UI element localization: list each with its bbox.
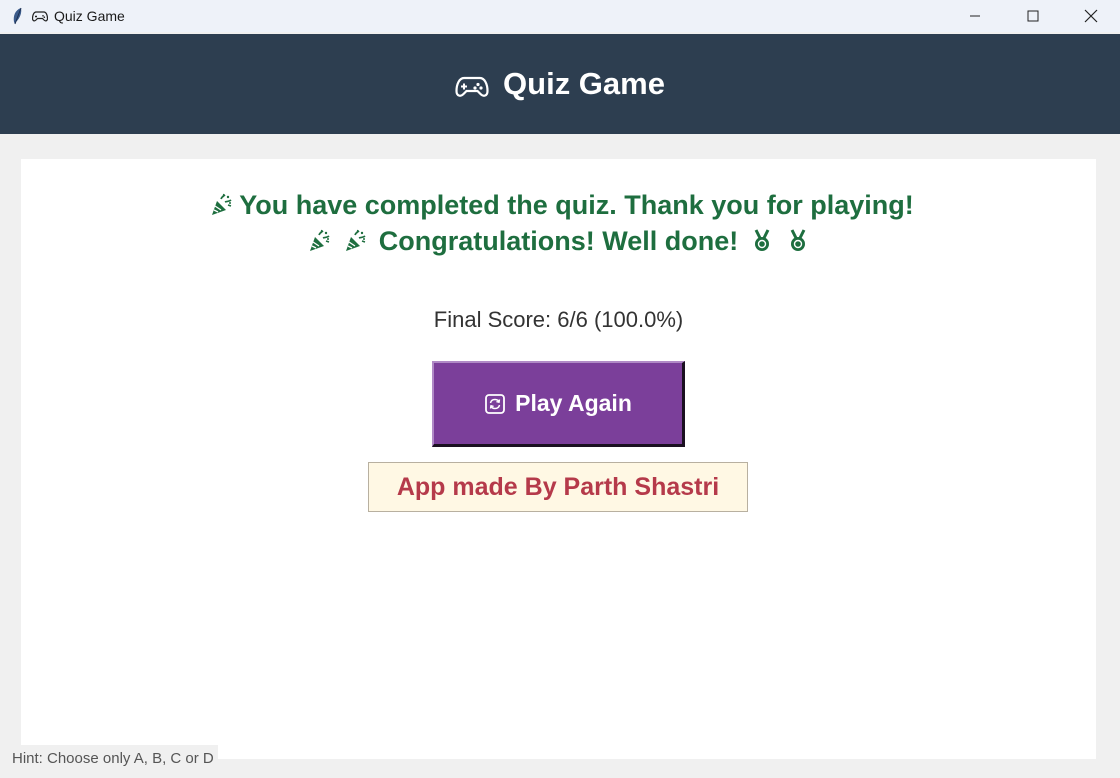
party-popper-icon — [305, 227, 333, 255]
play-again-label: Play Again — [515, 390, 632, 416]
completion-message: You have completed the quiz. Thank you f… — [21, 187, 1096, 259]
medal-icon — [784, 227, 812, 255]
window-controls — [946, 0, 1120, 32]
gamepad-icon — [455, 70, 489, 104]
window-title: Quiz Game — [54, 8, 125, 24]
minimize-button[interactable] — [946, 0, 1004, 32]
app-header: Quiz Game — [0, 34, 1120, 134]
final-score: Final Score: 6/6 (100.0%) — [433, 307, 684, 332]
congratulations-line: Congratulations! Well done! — [21, 223, 1096, 259]
gamepad-icon — [32, 8, 48, 24]
maximize-icon — [1027, 10, 1039, 22]
app-title: Quiz Game — [503, 66, 665, 101]
medal-icon — [748, 227, 776, 255]
play-again-button[interactable]: Play Again — [432, 361, 685, 447]
window-titlebar: Quiz Game — [0, 0, 1120, 32]
close-icon — [1084, 9, 1098, 23]
completion-line: You have completed the quiz. Thank you f… — [21, 187, 1096, 223]
result-panel: You have completed the quiz. Thank you f… — [21, 159, 1096, 759]
party-popper-icon — [341, 227, 369, 255]
close-button[interactable] — [1062, 0, 1120, 32]
repeat-icon — [484, 393, 506, 415]
hint-label: Hint: Choose only A, B, C or D — [10, 745, 218, 771]
congratulations-text: Congratulations! Well done! — [378, 226, 739, 256]
party-popper-icon — [207, 191, 235, 219]
minimize-icon — [970, 15, 980, 17]
maximize-button[interactable] — [1004, 0, 1062, 32]
credit-label: App made By Parth Shastri — [368, 462, 748, 512]
feather-icon — [10, 7, 24, 25]
completion-text: You have completed the quiz. Thank you f… — [239, 190, 914, 220]
